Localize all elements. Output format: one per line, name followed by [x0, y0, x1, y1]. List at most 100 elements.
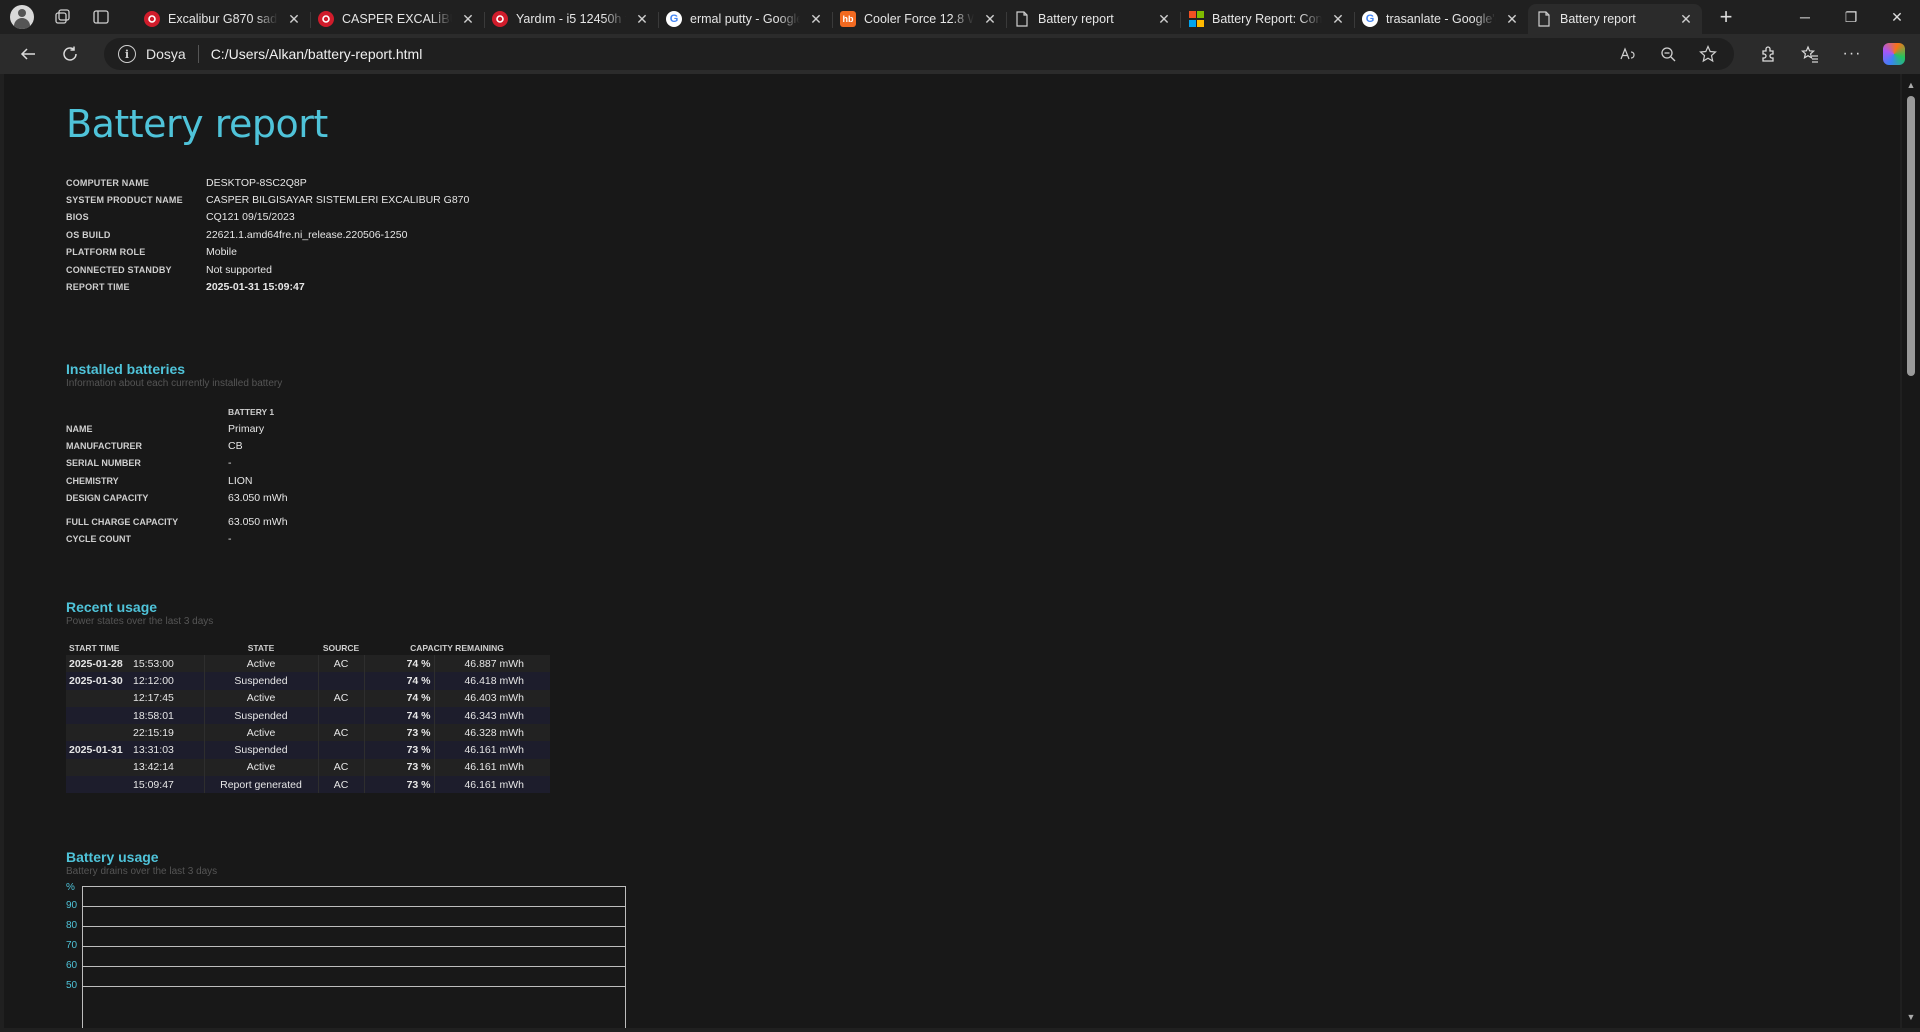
- table-row: 18:58:01 Suspended 74 % 46.343 mWh: [66, 706, 550, 725]
- scrollbar-thumb[interactable]: [1907, 96, 1915, 376]
- star-icon: [1699, 45, 1717, 63]
- tab-title: Yardım - i5 12450h fr: [516, 12, 626, 26]
- window-controls: ─ ❐ ✕: [1782, 0, 1920, 34]
- chart-gridline: [82, 906, 626, 907]
- close-tab-icon[interactable]: ✕: [1504, 11, 1520, 27]
- tab-3[interactable]: Yardım - i5 12450h fr ✕: [484, 4, 658, 34]
- workspaces-icon[interactable]: [54, 8, 72, 26]
- settings-menu-button[interactable]: ···: [1834, 38, 1870, 70]
- table-row: 2025-01-31 13:31:03 Suspended 73 % 46.161 mW…: [66, 741, 550, 759]
- close-tab-icon[interactable]: ✕: [1330, 11, 1346, 27]
- system-info-value: CQ121 09/15/2023: [206, 211, 295, 224]
- tab-title: ermal putty - Google: [690, 12, 800, 26]
- close-tab-icon[interactable]: ✕: [1678, 11, 1694, 27]
- tab-8[interactable]: Gtrasanlate - Google'd ✕: [1354, 4, 1528, 34]
- usage-state: Suspended: [203, 741, 318, 759]
- installed-batteries-table: BATTERY 1 NAME Primary MANUFACTURER CB SERIA…: [66, 404, 288, 548]
- scroll-up-arrow-icon[interactable]: ▲: [1906, 80, 1916, 90]
- table-row: 2025-01-28 15:53:00 Active AC 74 % 46.887 mWh: [66, 655, 550, 673]
- hb-favicon-icon: hb: [840, 11, 856, 27]
- system-info-value: 22621.1.amd64fre.ni_release.220506-1250: [206, 228, 408, 241]
- scroll-down-arrow-icon[interactable]: ▼: [1906, 1012, 1916, 1022]
- tab-9[interactable]: Battery report ✕: [1528, 4, 1702, 34]
- page-scrollbar[interactable]: ▲ ▼: [1902, 74, 1920, 1028]
- close-tab-icon[interactable]: ✕: [286, 11, 302, 27]
- close-tab-icon[interactable]: ✕: [808, 11, 824, 27]
- new-tab-button[interactable]: +: [1708, 2, 1744, 32]
- usage-state: Active: [203, 758, 318, 777]
- tab-2[interactable]: CASPER EXCALİBUR G ✕: [310, 4, 484, 34]
- system-info-key: OS BUILD: [66, 229, 111, 240]
- y-axis-unit-label: %: [66, 882, 75, 893]
- restore-button[interactable]: ❐: [1828, 0, 1874, 34]
- document-favicon-icon: [1014, 11, 1030, 27]
- usage-date: [66, 724, 130, 742]
- profile-avatar[interactable]: [10, 5, 34, 29]
- tab-strip: Excalibur G870 sadece✕CASPER EXCALİBUR G…: [0, 0, 1920, 34]
- address-url[interactable]: C:/Users/Alkan/battery-report.html: [211, 46, 423, 62]
- battery-info-row: MANUFACTURER CB: [66, 437, 288, 454]
- minimize-button[interactable]: ─: [1782, 0, 1828, 34]
- address-separator: [197, 45, 199, 63]
- battery-info-key: DESIGN CAPACITY: [66, 493, 149, 504]
- usage-date: [66, 776, 130, 794]
- battery-info-key: SERIAL NUMBER: [66, 458, 141, 469]
- col-capacity-remaining: CAPACITY REMAINING: [410, 642, 504, 653]
- system-info-row: OS BUILD 22621.1.amd64fre.ni_release.2205…: [66, 226, 469, 243]
- tab-6[interactable]: Battery report ✕: [1006, 4, 1180, 34]
- usage-source: AC: [317, 655, 364, 673]
- tab-4[interactable]: Germal putty - Google ✕: [658, 4, 832, 34]
- back-arrow-icon: [20, 48, 35, 60]
- tab-1[interactable]: Excalibur G870 sadece ✕: [136, 4, 310, 34]
- favorite-star-button[interactable]: [1692, 38, 1724, 70]
- recent-usage-heading: Recent usage: [66, 599, 158, 615]
- usage-date: [66, 689, 130, 707]
- usage-time: 12:17:45: [130, 689, 204, 707]
- usage-percent: 73 %: [363, 724, 434, 742]
- close-tab-icon[interactable]: ✕: [982, 11, 998, 27]
- google-favicon-icon: G: [1362, 11, 1378, 27]
- site-info-icon[interactable]: i: [118, 45, 136, 63]
- puzzle-icon: [1762, 46, 1774, 62]
- col-state: STATE: [247, 642, 275, 653]
- usage-state: Active: [203, 724, 318, 742]
- y-axis-tick-label: 50: [66, 980, 78, 991]
- system-info-row: BIOS CQ121 09/15/2023: [66, 209, 469, 226]
- battery-info-row: FULL CHARGE CAPACITY 63.050 mWh: [66, 513, 288, 530]
- favorites-button[interactable]: [1792, 38, 1828, 70]
- address-bar[interactable]: i Dosya C:/Users/Alkan/battery-report.ht…: [104, 38, 1734, 70]
- y-axis-tick-label: 70: [66, 940, 78, 951]
- refresh-button[interactable]: [52, 38, 88, 70]
- table-row: 22:15:19 Active AC 73 % 46.328 mWh: [66, 724, 550, 742]
- copilot-button[interactable]: [1876, 38, 1912, 70]
- extensions-button[interactable]: [1750, 38, 1786, 70]
- tab-title: Battery Report: Conn: [1212, 12, 1322, 26]
- table-row: 15:09:47 Report generated AC 73 % 46.161 mWh: [66, 776, 550, 794]
- battery-info-value: Primary: [228, 422, 265, 435]
- close-tab-icon[interactable]: ✕: [460, 11, 476, 27]
- tab-5[interactable]: hb Cooler Force 12.8 W/ ✕: [832, 4, 1006, 34]
- close-tab-icon[interactable]: ✕: [634, 11, 650, 27]
- close-tab-icon[interactable]: ✕: [1156, 11, 1172, 27]
- close-window-button[interactable]: ✕: [1874, 0, 1920, 34]
- more-dots-icon: ···: [1842, 45, 1862, 62]
- usage-time: 18:58:01: [130, 706, 204, 725]
- system-info-value: Mobile: [206, 246, 237, 259]
- google-favicon-icon: G: [666, 11, 682, 27]
- system-info-value: DESKTOP-8SC2Q8P: [206, 176, 307, 189]
- chart-gridline: [82, 946, 626, 947]
- tab-actions-icon[interactable]: [92, 8, 110, 26]
- usage-percent: 73 %: [363, 741, 434, 759]
- back-button[interactable]: [10, 38, 46, 70]
- battery-info-row: NAME Primary: [66, 420, 288, 437]
- battery-usage-subtitle: Battery drains over the last 3 days: [66, 866, 218, 877]
- y-axis-tick-label: 90: [66, 900, 78, 911]
- col-start-time: START TIME: [69, 642, 120, 653]
- site-favicon-icon: [492, 11, 508, 27]
- zoom-out-button[interactable]: [1652, 38, 1684, 70]
- installed-batteries-heading: Installed batteries: [66, 361, 186, 377]
- read-aloud-button[interactable]: [1612, 38, 1644, 70]
- ms-logo-square: [1188, 19, 1196, 27]
- tab-7[interactable]: Battery Report: Conn ✕: [1180, 4, 1354, 34]
- y-axis-tick-label: 80: [66, 920, 78, 931]
